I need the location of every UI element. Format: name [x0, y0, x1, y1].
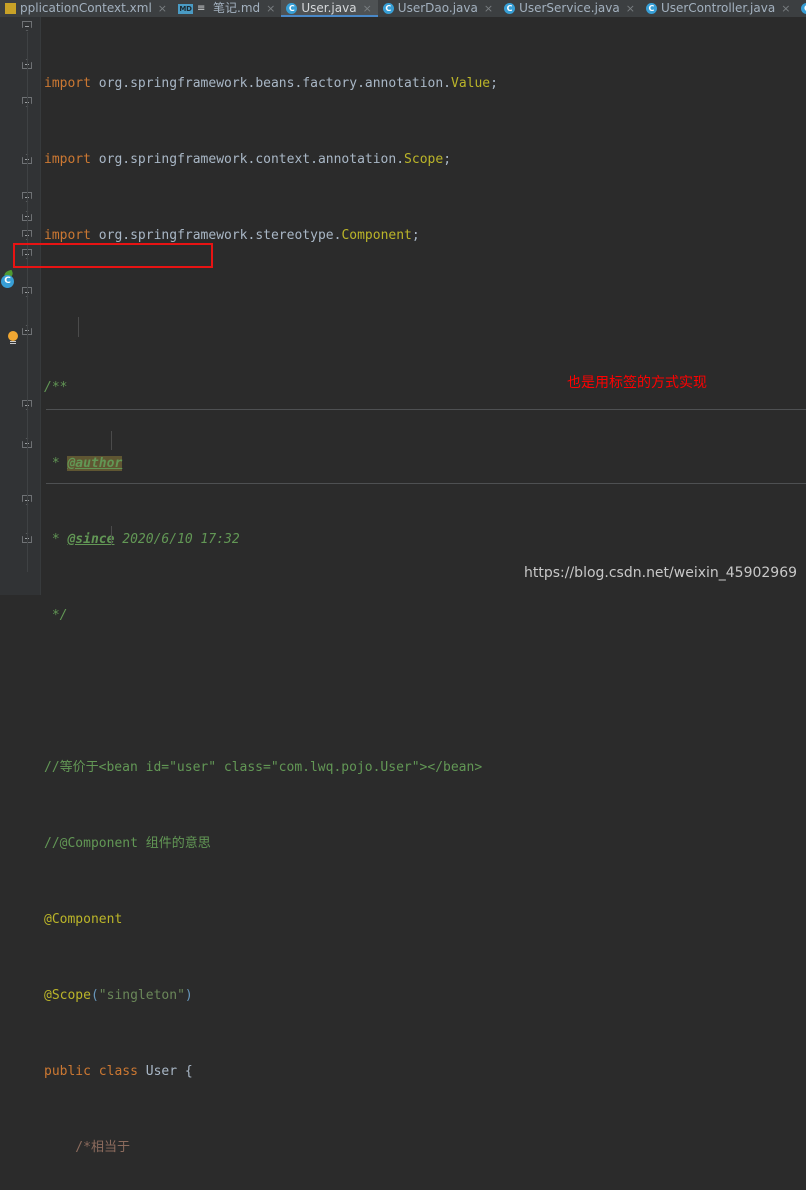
method-separator-line — [46, 409, 806, 410]
package-path: org.springframework.context.annotation. — [98, 152, 405, 167]
xml-file-icon — [5, 3, 16, 14]
class-ref: Scope — [404, 152, 444, 167]
tab-label: User.java — [301, 1, 357, 15]
semicolon: ; — [443, 152, 452, 167]
java-class-icon: C — [286, 3, 298, 14]
package-path: org.springframework.stereotype. — [98, 228, 342, 243]
code-editor[interactable]: C import org.springframework.beans.facto… — [0, 17, 806, 1155]
class-ref: Component — [341, 228, 412, 243]
tab-label: UserController.java — [660, 1, 776, 15]
java-class-icon: C — [504, 3, 516, 14]
code-line[interactable]: import org.springframework.stereotype.Co… — [41, 226, 806, 245]
blog-watermark: https://blog.csdn.net/weixin_45902969 — [524, 565, 798, 581]
markdown-lines-icon: ≡ — [197, 3, 206, 14]
red-annotation-text: 也是用标签的方式实现 — [567, 375, 707, 391]
package-path — [91, 76, 99, 91]
java-class-gutter-icon[interactable]: C — [1, 269, 14, 288]
javadoc-close: */ — [44, 608, 68, 623]
bulb-base — [10, 341, 16, 342]
comment-bean-equivalent: //等价于<bean id="user" class="com.lwq.pojo… — [44, 760, 483, 775]
markdown-file-icon: MD — [178, 3, 194, 14]
javadoc-star: * — [44, 532, 68, 547]
code-line[interactable]: //@Component 组件的意思 — [41, 834, 806, 853]
code-line[interactable]: * @author — [41, 454, 806, 473]
indent-guide — [78, 317, 79, 337]
tab-userservice-java[interactable]: C UserService.java × — [499, 0, 641, 17]
paren: ) — [184, 988, 193, 1003]
semicolon: ; — [490, 76, 498, 91]
tab-biji-md[interactable]: MD ≡ 笔记.md × — [173, 0, 281, 17]
tab-label: UserService.java — [519, 1, 620, 15]
code-line-class-declaration[interactable]: public class User { — [41, 1062, 806, 1081]
keyword-import: import — [44, 228, 91, 243]
class-disc-icon: C — [1, 275, 14, 288]
annotation-scope: @Scope — [44, 988, 91, 1003]
java-class-icon: C — [801, 3, 806, 14]
class-name-user: User — [145, 1064, 178, 1079]
fold-marker[interactable] — [22, 21, 33, 32]
indent-guide — [111, 431, 112, 450]
tab-label: pplicationContext.xml — [20, 1, 152, 15]
close-icon[interactable]: × — [158, 3, 167, 14]
bulb-glass — [8, 331, 18, 341]
semicolon: ; — [411, 228, 420, 243]
code-line-blank[interactable] — [41, 682, 806, 701]
code-line[interactable]: @Component — [41, 910, 806, 929]
code-line[interactable]: //等价于<bean id="user" class="com.lwq.pojo… — [41, 758, 806, 777]
close-icon[interactable]: × — [484, 3, 493, 14]
close-icon[interactable]: × — [781, 3, 790, 14]
close-icon[interactable]: × — [363, 3, 372, 14]
lightbulb-icon[interactable] — [6, 331, 20, 346]
code-line-blank[interactable] — [41, 302, 806, 321]
tab-usercontroller-java[interactable]: C UserController.java × — [641, 0, 796, 17]
tab-user-java[interactable]: C User.java × — [281, 0, 379, 17]
java-class-icon: C — [645, 3, 657, 14]
bulb-base — [10, 343, 16, 344]
keyword-public: public — [44, 1064, 91, 1079]
javadoc-date: 2020/6/10 17:32 — [114, 532, 240, 547]
indent-guide — [111, 526, 112, 545]
code-line-scope-annotation[interactable]: @Scope("singleton") — [41, 986, 806, 1005]
close-icon[interactable]: × — [266, 3, 275, 14]
comment-component-meaning: //@Component 组件的意思 — [44, 836, 211, 851]
tab-label: 笔记.md — [213, 1, 261, 15]
javadoc-open: /** — [44, 380, 68, 395]
code-line[interactable]: /*相当于 — [41, 1138, 806, 1157]
tab-userdao-java[interactable]: C UserDao.java × — [378, 0, 499, 17]
method-separator-line — [46, 483, 806, 484]
code-content[interactable]: import org.springframework.beans.factory… — [41, 17, 806, 1155]
code-line[interactable]: */ — [41, 606, 806, 625]
tab-applicationcontext-xml[interactable]: pplicationContext.xml × — [0, 0, 173, 17]
java-class-icon: C — [382, 3, 394, 14]
package-path: org.springframework.beans.factory.annota… — [98, 76, 451, 91]
class-ref: Value — [451, 76, 491, 91]
paren: ( — [90, 988, 99, 1003]
keyword-import: import — [44, 76, 91, 91]
tab-label: UserDao.java — [397, 1, 478, 15]
code-line[interactable]: * @since 2020/6/10 17:32 — [41, 530, 806, 549]
tab-overflow-partial[interactable]: C — [796, 0, 806, 17]
keyword-import: import — [44, 152, 91, 167]
javadoc-author-tag: @author — [67, 456, 123, 471]
brace: { — [177, 1064, 193, 1079]
string-singleton: "singleton" — [98, 988, 185, 1003]
block-comment-open: /*相当于 — [44, 1140, 130, 1155]
annotation-component: @Component — [44, 912, 123, 927]
code-line[interactable]: import org.springframework.context.annot… — [41, 150, 806, 169]
javadoc-star: * — [44, 456, 68, 471]
code-line[interactable]: import org.springframework.beans.factory… — [41, 74, 806, 93]
editor-tab-bar: pplicationContext.xml × MD ≡ 笔记.md × C U… — [0, 0, 806, 17]
keyword-class: class — [98, 1064, 138, 1079]
editor-gutter[interactable]: C — [0, 17, 40, 595]
gutter-structure-line — [27, 32, 28, 572]
javadoc-since-tag: @since — [67, 532, 115, 547]
close-icon[interactable]: × — [626, 3, 635, 14]
